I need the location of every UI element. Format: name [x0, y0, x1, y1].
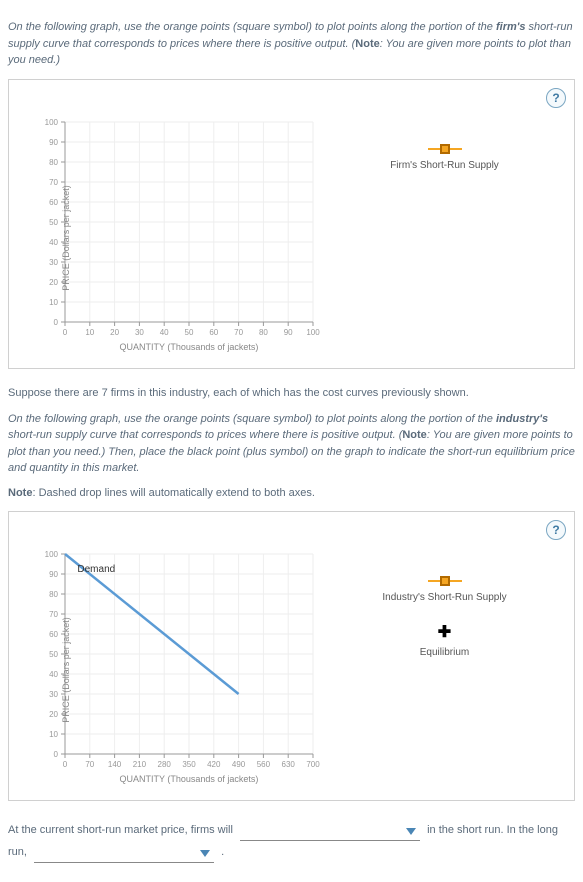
- svg-text:100: 100: [45, 118, 59, 127]
- svg-text:70: 70: [234, 328, 243, 337]
- svg-text:40: 40: [49, 670, 58, 679]
- square-marker-icon: [440, 576, 450, 586]
- y-axis-label: PRICE (Dollars per jacket): [61, 617, 71, 723]
- legend-label: Equilibrium: [321, 647, 568, 658]
- svg-text:10: 10: [85, 328, 94, 337]
- svg-text:210: 210: [133, 760, 147, 769]
- svg-text:20: 20: [110, 328, 119, 337]
- svg-text:90: 90: [49, 138, 58, 147]
- svg-text:Demand: Demand: [77, 564, 115, 575]
- svg-text:30: 30: [49, 690, 58, 699]
- note-bold: Note: [8, 487, 32, 499]
- svg-text:0: 0: [54, 318, 59, 327]
- bold-firm: firm's: [496, 21, 526, 33]
- legend-item-supply[interactable]: Firm's Short-Run Supply: [321, 144, 568, 171]
- graph-panel-industry: ? PRICE (Dollars per jacket) 0 70 140 210 28…: [8, 511, 575, 801]
- legend-firm: Firm's Short-Run Supply: [321, 114, 568, 362]
- svg-text:0: 0: [63, 760, 68, 769]
- svg-text:700: 700: [306, 760, 320, 769]
- svg-text:QUANTITY (Thousands of jackets: QUANTITY (Thousands of jackets): [120, 342, 259, 352]
- svg-text:40: 40: [49, 238, 58, 247]
- svg-text:60: 60: [49, 630, 58, 639]
- svg-text:100: 100: [45, 550, 59, 559]
- svg-text:560: 560: [257, 760, 271, 769]
- text: : Dashed drop lines will automatically e…: [32, 487, 315, 499]
- svg-text:30: 30: [49, 258, 58, 267]
- svg-text:10: 10: [49, 730, 58, 739]
- dash-icon: [428, 148, 440, 150]
- svg-text:70: 70: [49, 610, 58, 619]
- svg-text:90: 90: [49, 570, 58, 579]
- chart-industry[interactable]: PRICE (Dollars per jacket) 0 70 140 210 280 3…: [15, 546, 321, 794]
- svg-text:80: 80: [49, 590, 58, 599]
- svg-text:50: 50: [49, 218, 58, 227]
- svg-text:30: 30: [135, 328, 144, 337]
- svg-text:490: 490: [232, 760, 246, 769]
- legend-industry: Industry's Short-Run Supply ✚ Equilibriu…: [321, 546, 568, 794]
- svg-text:140: 140: [108, 760, 122, 769]
- text: On the following graph, use the orange p…: [8, 21, 496, 33]
- legend-item-supply[interactable]: Industry's Short-Run Supply: [321, 576, 568, 603]
- text: short-run supply curve that corresponds …: [8, 429, 402, 441]
- svg-text:0: 0: [54, 750, 59, 759]
- between-text: Suppose there are 7 firms in this indust…: [8, 387, 575, 399]
- note-dashed-lines: Note: Dashed drop lines will automatical…: [8, 487, 575, 499]
- dropdown-short-run[interactable]: [240, 823, 420, 841]
- svg-text:50: 50: [49, 650, 58, 659]
- chevron-down-icon: [200, 850, 210, 857]
- dropdown-long-run[interactable]: [34, 845, 214, 863]
- svg-text:420: 420: [207, 760, 221, 769]
- chart-svg[interactable]: 0 70 140 210 280 350 420 490 560 630 700 0 10 20 30 40 5…: [31, 546, 321, 786]
- svg-text:20: 20: [49, 278, 58, 287]
- svg-text:50: 50: [185, 328, 194, 337]
- legend-label: Firm's Short-Run Supply: [321, 160, 568, 171]
- text: At the current short-run market price, f…: [8, 824, 233, 836]
- chart-firm[interactable]: PRICE (Dollars per jacket) 0 10 20 30 40 50 60…: [15, 114, 321, 362]
- svg-text:350: 350: [182, 760, 196, 769]
- y-axis-label: PRICE (Dollars per jacket): [61, 185, 71, 291]
- legend-item-equilibrium[interactable]: ✚ Equilibrium: [321, 625, 568, 658]
- chart-svg[interactable]: 0 10 20 30 40 50 60 70 80 90 100 0 10 20 30 40 50 60 70 80 9…: [31, 114, 321, 354]
- square-marker-icon: [440, 144, 450, 154]
- svg-text:20: 20: [49, 710, 58, 719]
- dash-icon: [450, 148, 462, 150]
- svg-text:0: 0: [63, 328, 68, 337]
- svg-text:630: 630: [282, 760, 296, 769]
- chevron-down-icon: [406, 828, 416, 835]
- svg-text:70: 70: [85, 760, 94, 769]
- svg-text:80: 80: [259, 328, 268, 337]
- svg-text:10: 10: [49, 298, 58, 307]
- graph-panel-firm: ? PRICE (Dollars per jacket) 0 10 20 30 40 50…: [8, 79, 575, 369]
- svg-text:90: 90: [284, 328, 293, 337]
- plus-marker-icon: ✚: [438, 625, 451, 641]
- svg-text:100: 100: [306, 328, 320, 337]
- dash-icon: [450, 580, 462, 582]
- svg-text:80: 80: [49, 158, 58, 167]
- note-bold: Note: [355, 38, 379, 50]
- svg-text:QUANTITY (Thousands of jackets: QUANTITY (Thousands of jackets): [120, 774, 259, 784]
- svg-text:280: 280: [158, 760, 172, 769]
- text: On the following graph, use the orange p…: [8, 413, 496, 425]
- legend-label: Industry's Short-Run Supply: [321, 592, 568, 603]
- instruction-2: On the following graph, use the orange p…: [8, 411, 575, 477]
- fill-sentence: At the current short-run market price, f…: [8, 819, 575, 863]
- svg-text:40: 40: [160, 328, 169, 337]
- help-icon[interactable]: ?: [546, 520, 566, 540]
- text: .: [221, 846, 224, 858]
- help-icon[interactable]: ?: [546, 88, 566, 108]
- svg-text:60: 60: [209, 328, 218, 337]
- bold-industry: industry's: [496, 413, 548, 425]
- svg-text:60: 60: [49, 198, 58, 207]
- svg-text:70: 70: [49, 178, 58, 187]
- note-bold: Note: [402, 429, 426, 441]
- dash-icon: [428, 580, 440, 582]
- instruction-1: On the following graph, use the orange p…: [8, 19, 575, 69]
